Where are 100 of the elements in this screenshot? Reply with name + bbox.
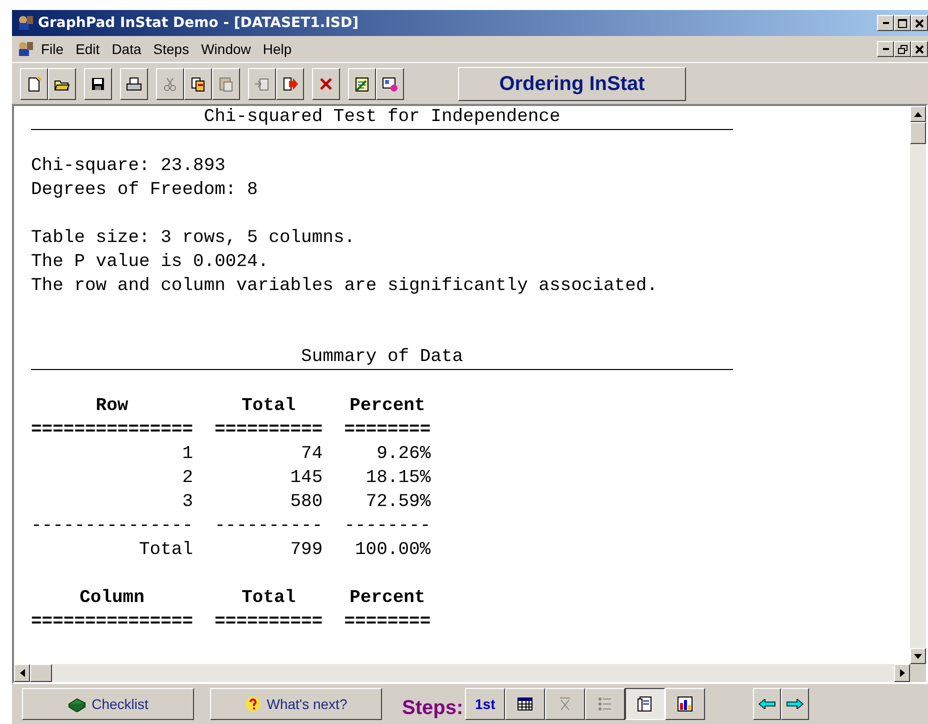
report-line: The P value is 0.0024. (31, 251, 269, 274)
minimize-button[interactable] (877, 41, 894, 57)
total-cell: 100.00% (355, 540, 431, 560)
dashed-rule: -------- (344, 516, 431, 536)
table-cell: 3 (182, 492, 194, 512)
table-cell: 145 (290, 468, 323, 488)
restore-icon (898, 44, 908, 54)
printer-icon (126, 76, 142, 92)
report-line: Degrees of Freedom: 8 (31, 179, 258, 202)
down-arrow-icon (914, 654, 922, 658)
maximize-button[interactable] (894, 15, 911, 31)
toolbar-button[interactable] (84, 68, 112, 100)
double-rule: ========== (214, 612, 323, 632)
table-cell: 1 (182, 444, 194, 464)
menu-item[interactable]: Data (106, 38, 146, 60)
maximize-icon (898, 18, 907, 28)
column-header: Total (242, 588, 296, 608)
results-page-icon (637, 696, 654, 712)
vertical-scrollbar[interactable] (910, 106, 926, 664)
close-icon (915, 44, 924, 54)
report-line: Chi-square: 23.893 (31, 155, 226, 178)
steps-label: Steps: (402, 696, 464, 721)
table-cell: 9.26% (376, 444, 431, 464)
toolbar-button[interactable] (48, 68, 76, 100)
back-button[interactable] (753, 688, 782, 720)
notepad-icon (354, 76, 370, 92)
column-header: Total (242, 396, 296, 416)
toolbar-button[interactable] (376, 68, 404, 100)
scissors-icon (162, 76, 178, 92)
double-rule: ======== (344, 612, 431, 632)
bar-chart-icon (677, 696, 694, 712)
column-header: Column (80, 588, 144, 608)
clipboard-icon (218, 76, 234, 92)
report-line: The row and column variables are significantly associated. (31, 275, 658, 298)
scroll-up-button[interactable] (910, 106, 926, 122)
menu-item[interactable]: Steps (148, 38, 194, 60)
up-arrow-icon (914, 112, 922, 116)
checklist-button[interactable]: Checklist (22, 688, 194, 720)
delete-icon (318, 76, 334, 92)
column-header: Percent (350, 396, 426, 416)
table-cell: 74 (301, 444, 323, 464)
close-button[interactable] (911, 15, 928, 31)
table-cell: 18.15% (366, 468, 431, 488)
toolbar-button[interactable] (120, 68, 148, 100)
question-icon (244, 696, 261, 712)
export-icon (282, 76, 298, 92)
scroll-thumb[interactable] (910, 122, 926, 144)
double-rule: =============== (31, 612, 194, 632)
close-icon (915, 18, 924, 28)
toolbar-button[interactable] (20, 68, 48, 100)
whats-next-button[interactable]: What's next? (210, 688, 382, 720)
presentation-icon (382, 76, 398, 92)
section-heading: Summary of Data (31, 346, 734, 370)
scroll-right-button[interactable] (894, 664, 910, 682)
toolbar-button[interactable] (312, 68, 340, 100)
menu-item[interactable]: File (36, 38, 69, 60)
ordering-button[interactable]: Ordering InStat (458, 66, 686, 100)
scroll-left-button[interactable] (14, 664, 30, 682)
minimize-icon (882, 48, 888, 50)
import-icon (254, 76, 270, 92)
menu-item[interactable]: Help (258, 38, 297, 60)
restore-button[interactable] (894, 41, 911, 57)
toolbar-button[interactable] (348, 68, 376, 100)
dashed-rule: ---------- (214, 516, 323, 536)
toolbar-button[interactable] (184, 68, 212, 100)
menu-item[interactable]: Edit (70, 38, 105, 60)
list-icon (597, 696, 614, 712)
report-line: Table size: 3 rows, 5 columns. (31, 227, 356, 250)
floppy-icon (90, 76, 106, 92)
minimize-icon (882, 22, 888, 24)
forward-button[interactable] (781, 688, 810, 720)
left-arrow-icon (20, 669, 24, 677)
double-rule: ========== (214, 420, 323, 440)
window-title: GraphPad InStat Demo - [DATASET1.ISD] (38, 14, 360, 32)
table-cell: 72.59% (366, 492, 431, 512)
horizontal-scrollbar[interactable] (14, 664, 910, 682)
scroll-thumb[interactable] (30, 664, 52, 682)
double-rule: ======== (344, 420, 431, 440)
close-button[interactable] (911, 41, 928, 57)
documents-icon (190, 76, 206, 92)
app-icon (16, 14, 34, 32)
double-rule: =============== (31, 420, 194, 440)
new-file-icon (26, 76, 42, 92)
step-button[interactable]: 1st (465, 688, 506, 720)
menu-item[interactable]: Window (196, 38, 256, 60)
column-header: Percent (350, 588, 426, 608)
toolbar-button[interactable] (276, 68, 304, 100)
table-cell: 2 (182, 468, 194, 488)
dashed-rule: --------------- (31, 516, 194, 536)
app-icon (16, 40, 34, 58)
table-icon (517, 696, 534, 712)
total-cell: Total (139, 540, 194, 560)
report-heading: Chi-squared Test for Independence (31, 106, 734, 130)
scroll-down-button[interactable] (910, 648, 926, 664)
minimize-button[interactable] (877, 15, 894, 31)
table-cell: 580 (290, 492, 323, 512)
column-header: Row (96, 396, 128, 416)
right-arrow-icon (786, 699, 804, 709)
step-button[interactable] (625, 688, 666, 720)
total-cell: 799 (290, 540, 323, 560)
